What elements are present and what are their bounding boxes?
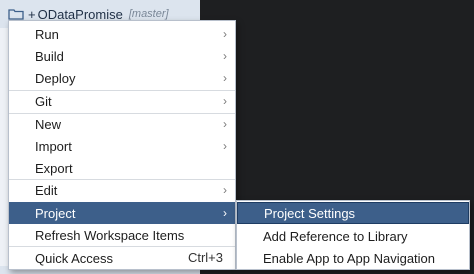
menu-item-export[interactable]: Export xyxy=(9,157,235,179)
submenu-item-label: Enable App to App Navigation xyxy=(263,250,436,266)
context-menu: Run › Build › Deploy › Git › New › Impor… xyxy=(8,20,236,270)
chevron-right-icon: › xyxy=(223,94,227,108)
chevron-right-icon: › xyxy=(223,49,227,63)
menu-item-refresh-workspace[interactable]: Refresh Workspace Items xyxy=(9,224,235,246)
submenu-item-enable-navigation[interactable]: Enable App to App Navigation xyxy=(237,247,469,269)
menu-item-edit[interactable]: Edit › xyxy=(9,179,235,201)
shortcut-label: Ctrl+3 xyxy=(187,250,223,265)
git-branch-label: [master] xyxy=(128,8,169,20)
chevron-right-icon: › xyxy=(223,139,227,153)
menu-item-label: Quick Access xyxy=(35,250,114,266)
menu-item-label: Import xyxy=(35,138,72,154)
menu-item-quick-access[interactable]: Quick Access Ctrl+3 xyxy=(9,247,235,269)
menu-item-label: New xyxy=(35,116,62,132)
menu-item-label: Build xyxy=(35,48,64,64)
menu-item-import[interactable]: Import › xyxy=(9,135,235,157)
menu-item-label: Git xyxy=(35,93,52,109)
menu-item-label: Edit xyxy=(35,182,58,198)
menu-item-label: Deploy xyxy=(35,70,76,86)
chevron-right-icon: › xyxy=(223,71,227,85)
menu-item-git[interactable]: Git › xyxy=(9,90,235,112)
menu-item-build[interactable]: Build › xyxy=(9,45,235,67)
chevron-right-icon: › xyxy=(223,206,227,220)
chevron-right-icon: › xyxy=(223,183,227,197)
menu-item-deploy[interactable]: Deploy › xyxy=(9,67,235,89)
menu-item-label: Export xyxy=(35,160,73,176)
menu-item-label: Refresh Workspace Items xyxy=(35,227,185,243)
menu-item-new[interactable]: New › xyxy=(9,113,235,135)
chevron-right-icon: › xyxy=(223,27,227,41)
menu-item-project[interactable]: Project › xyxy=(9,202,235,224)
menu-item-run[interactable]: Run › xyxy=(9,23,235,45)
menu-item-label: Project xyxy=(35,205,76,221)
submenu-item-label: Add Reference to Library xyxy=(263,228,408,244)
chevron-right-icon: › xyxy=(223,117,227,131)
submenu-item-project-settings[interactable]: Project Settings xyxy=(237,202,469,224)
project-submenu: Project Settings Add Reference to Librar… xyxy=(236,200,470,270)
submenu-item-add-reference[interactable]: Add Reference to Library xyxy=(237,225,469,247)
menu-item-label: Run xyxy=(35,26,59,42)
submenu-item-label: Project Settings xyxy=(264,205,356,221)
folder-icon xyxy=(8,9,24,20)
